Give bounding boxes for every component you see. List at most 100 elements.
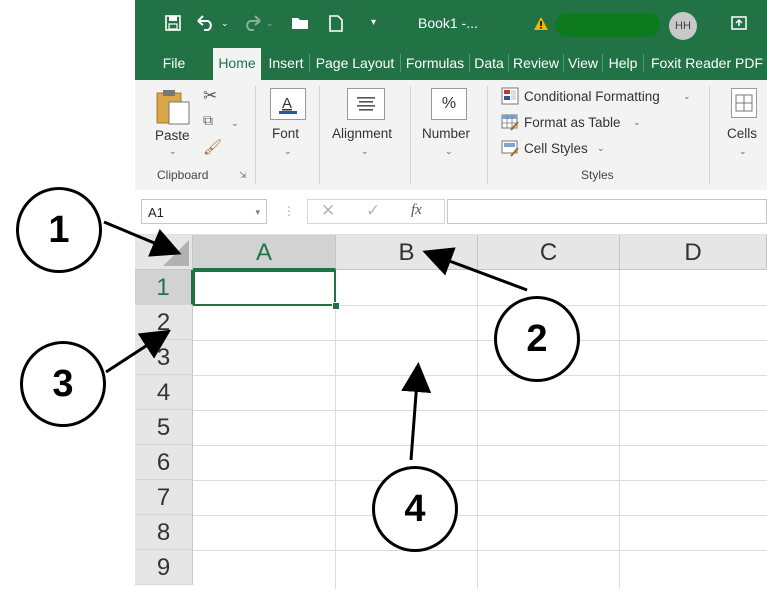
name-box-dropdown-icon[interactable]: ▾ — [255, 200, 260, 225]
tab-insert[interactable]: Insert — [265, 46, 307, 80]
insert-function-icon[interactable]: fx — [411, 202, 422, 219]
percent-icon[interactable]: % — [431, 88, 467, 120]
tab-data[interactable]: Data — [471, 46, 507, 80]
warning-icon[interactable] — [533, 0, 549, 46]
number-dropdown-icon[interactable]: ⌄ — [445, 146, 453, 157]
copy-icon[interactable]: ⧉ — [203, 112, 213, 129]
name-box[interactable]: A1 ▾ — [141, 199, 267, 224]
redo-dropdown-icon[interactable]: ⌄ — [266, 0, 274, 46]
paste-icon[interactable] — [155, 88, 191, 131]
callout-2: 2 — [494, 296, 580, 382]
font-dropdown-icon[interactable]: ⌄ — [284, 146, 292, 157]
column-header-d[interactable]: D — [620, 235, 767, 270]
format-painter-icon[interactable]: 🖌 — [203, 138, 222, 156]
cells-button[interactable]: Cells — [727, 126, 757, 141]
cut-icon[interactable]: ✂ — [203, 86, 217, 106]
row-gridline — [193, 445, 767, 446]
tab-view[interactable]: View — [565, 46, 601, 80]
tab-home[interactable]: Home — [213, 48, 261, 80]
title-bar: ⌄ ⌄ ▾ Book1 -... HH — [135, 0, 767, 46]
cell-styles-dropdown-icon[interactable]: ⌄ — [597, 143, 605, 154]
row-header-7[interactable]: 7 — [135, 480, 193, 515]
tab-page-layout[interactable]: Page Layout — [311, 46, 399, 80]
active-cell-a1[interactable] — [193, 270, 336, 306]
column-header-a[interactable]: A — [193, 235, 336, 270]
format-as-table-icon[interactable] — [501, 113, 519, 136]
tab-foxit-reader-pdf[interactable]: Foxit Reader PDF — [645, 46, 767, 80]
copy-dropdown-icon[interactable]: ⌄ — [231, 118, 239, 129]
customize-qat-icon[interactable]: ▾ — [371, 0, 376, 46]
cancel-icon[interactable]: ✕ — [321, 201, 335, 221]
select-all-button[interactable] — [135, 235, 193, 270]
paste-dropdown-icon[interactable]: ⌄ — [169, 146, 177, 157]
document-title: Book1 -... — [418, 15, 478, 31]
clipboard-group-label: Clipboard — [157, 168, 209, 182]
alignment-button[interactable]: Alignment — [332, 126, 392, 141]
alignment-dropdown-icon[interactable]: ⌄ — [361, 146, 369, 157]
styles-group-label: Styles — [581, 168, 614, 182]
row-header-1[interactable]: 1 — [135, 270, 193, 305]
row-header-4[interactable]: 4 — [135, 375, 193, 410]
callout-1: 1 — [16, 187, 102, 273]
row-header-3[interactable]: 3 — [135, 340, 193, 375]
formula-input[interactable] — [447, 199, 767, 224]
fill-handle[interactable] — [332, 302, 340, 310]
save-icon[interactable] — [165, 0, 181, 46]
group-divider — [487, 86, 488, 184]
row-gridline — [193, 375, 767, 376]
row-gridline — [193, 340, 767, 341]
cells-icon[interactable] — [731, 88, 757, 118]
formula-bar-grip-icon[interactable]: ⋮ — [283, 204, 295, 218]
conditional-formatting-dropdown-icon[interactable]: ⌄ — [683, 91, 691, 102]
redo-icon[interactable] — [243, 0, 261, 46]
formula-bar: A1 ▾ ⋮ ✕ ✓ fx — [135, 190, 767, 235]
column-header-c[interactable]: C — [478, 235, 620, 270]
row-header-2[interactable]: 2 — [135, 305, 193, 340]
format-as-table-button[interactable]: Format as Table — [524, 115, 621, 130]
group-divider — [410, 86, 411, 184]
number-button[interactable]: Number — [422, 126, 470, 141]
cell-styles-icon[interactable] — [501, 139, 519, 162]
select-all-triangle-icon — [163, 240, 189, 266]
cells-dropdown-icon[interactable]: ⌄ — [739, 146, 747, 157]
font-icon[interactable]: A — [270, 88, 306, 120]
tab-formulas[interactable]: Formulas — [402, 46, 468, 80]
open-folder-icon[interactable] — [291, 0, 311, 46]
tab-divider — [400, 54, 401, 72]
column-header-b[interactable]: B — [336, 235, 478, 270]
tab-file[interactable]: File — [149, 46, 199, 80]
callout-4: 4 — [372, 466, 458, 552]
dialog-launcher-icon[interactable]: ⇲ — [239, 170, 247, 181]
tab-review[interactable]: Review — [510, 46, 562, 80]
alignment-icon[interactable] — [347, 88, 385, 120]
undo-icon[interactable] — [197, 0, 215, 46]
format-as-table-dropdown-icon[interactable]: ⌄ — [633, 117, 641, 128]
conditional-formatting-button[interactable]: Conditional Formatting — [524, 89, 660, 104]
tab-divider — [563, 54, 564, 72]
new-file-icon[interactable] — [329, 0, 343, 46]
row-gridline — [193, 515, 767, 516]
worksheet-grid: A B C D 1 2 3 4 5 6 7 8 9 — [135, 235, 767, 589]
formula-buttons: ✕ ✓ fx — [307, 199, 445, 224]
row-header-6[interactable]: 6 — [135, 445, 193, 480]
tab-help[interactable]: Help — [604, 46, 642, 80]
enter-icon[interactable]: ✓ — [366, 201, 380, 221]
tab-divider — [643, 54, 644, 72]
redacted-account-name — [555, 13, 660, 37]
column-gridline — [335, 270, 336, 589]
conditional-formatting-icon[interactable] — [501, 87, 519, 110]
undo-dropdown-icon[interactable]: ⌄ — [221, 0, 229, 46]
svg-text:A: A — [282, 95, 292, 112]
paste-button[interactable]: Paste — [155, 128, 190, 143]
font-button[interactable]: Font — [272, 126, 299, 141]
name-box-value: A1 — [148, 205, 164, 220]
row-header-9[interactable]: 9 — [135, 550, 193, 585]
row-gridline — [193, 480, 767, 481]
row-gridline — [193, 410, 767, 411]
ribbon-home: Paste ⌄ ✂ ⧉ ⌄ 🖌 Clipboard ⇲ A Font ⌄ Ali… — [135, 80, 767, 191]
row-header-8[interactable]: 8 — [135, 515, 193, 550]
cell-styles-button[interactable]: Cell Styles — [524, 141, 588, 156]
ribbon-display-options-icon[interactable] — [731, 0, 747, 46]
row-header-5[interactable]: 5 — [135, 410, 193, 445]
avatar[interactable]: HH — [669, 12, 697, 40]
